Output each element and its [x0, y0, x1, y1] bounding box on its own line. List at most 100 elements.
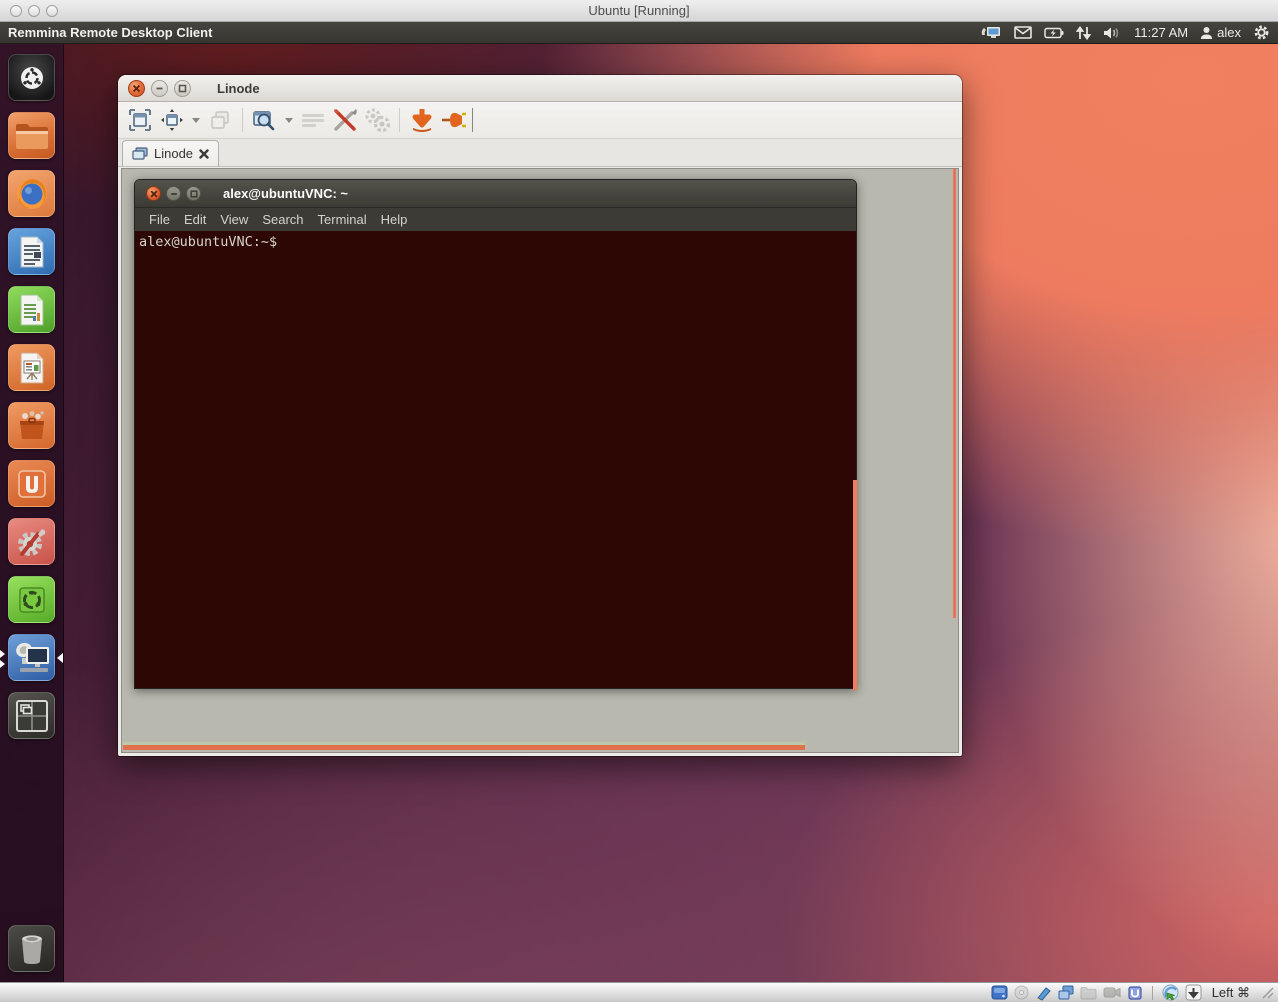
writer-document-icon — [17, 235, 47, 269]
host-close-button[interactable] — [10, 5, 22, 17]
dash-home-icon — [17, 63, 47, 93]
features-chip-icon[interactable] — [1127, 985, 1143, 1001]
menu-file[interactable]: File — [142, 212, 177, 227]
tab-label: Linode — [154, 146, 193, 161]
remote-edge-line — [853, 480, 857, 690]
remote-edge-line — [123, 745, 805, 750]
calc-spreadsheet-icon — [17, 293, 47, 327]
remmina-toolbar — [118, 102, 962, 139]
remmina-window-title: Linode — [217, 81, 260, 96]
host-titlebar: Ubuntu [Running] — [0, 0, 1278, 22]
terminal-maximize-button[interactable] — [186, 186, 201, 201]
launcher-item-remmina[interactable] — [8, 634, 55, 681]
grab-keyboard-icon[interactable] — [299, 106, 327, 134]
vbox-statusbar: Left ⌘ — [0, 982, 1278, 1002]
user-icon — [1200, 26, 1213, 40]
remote-desktop-viewport[interactable]: alex@ubuntuVNC: ~ File Edit View Search … — [121, 168, 959, 753]
menu-help[interactable]: Help — [374, 212, 415, 227]
pencil-icon[interactable] — [1035, 985, 1052, 1001]
host-window-controls — [10, 5, 58, 17]
files-folder-icon — [14, 121, 50, 151]
user-menu[interactable]: alex — [1200, 25, 1241, 40]
terminal-titlebar[interactable]: alex@ubuntuVNC: ~ — [135, 180, 856, 208]
unity-launcher — [0, 44, 64, 1002]
minimize-to-tray-icon[interactable] — [408, 106, 436, 134]
zoom-icon[interactable] — [251, 106, 279, 134]
fit-window-dropdown-icon[interactable] — [190, 106, 202, 134]
disconnect-plug-icon[interactable] — [440, 106, 468, 134]
overlapping-windows-icon[interactable] — [1058, 985, 1074, 1000]
launcher-item-system-settings[interactable] — [8, 518, 55, 565]
settings-gear-wrench-icon — [14, 524, 50, 560]
terminal-minimize-button[interactable] — [166, 186, 181, 201]
optical-disc-icon[interactable] — [1014, 985, 1029, 1000]
impress-presentation-icon — [17, 351, 47, 385]
menu-view[interactable]: View — [213, 212, 255, 227]
launcher-item-libreoffice-calc[interactable] — [8, 286, 55, 333]
launcher-item-ubuntu-software[interactable] — [8, 576, 55, 623]
window-maximize-button[interactable] — [174, 80, 191, 97]
volume-icon[interactable] — [1103, 26, 1122, 40]
statusbar-separator — [1152, 986, 1153, 1000]
toolbar-separator — [242, 108, 243, 132]
resize-grip[interactable] — [1262, 987, 1274, 999]
menu-edit[interactable]: Edit — [177, 212, 213, 227]
toolbar-handle — [472, 108, 473, 132]
launcher-item-libreoffice-impress[interactable] — [8, 344, 55, 391]
running-indicator-arrow — [0, 650, 5, 658]
terminal-close-button[interactable] — [146, 186, 161, 201]
preferences-gears-icon[interactable] — [363, 106, 391, 134]
remote-edge-line — [953, 169, 956, 618]
harddisk-icon[interactable] — [991, 985, 1008, 1000]
host-window-title: Ubuntu [Running] — [0, 3, 1278, 18]
connection-tab-icon — [132, 147, 148, 160]
fit-window-icon[interactable] — [158, 106, 186, 134]
remmina-icon — [12, 639, 52, 677]
launcher-item-firefox[interactable] — [8, 170, 55, 217]
workspace-switcher-icon — [14, 698, 50, 734]
running-indicator-arrow — [0, 660, 5, 668]
tools-icon[interactable] — [331, 106, 359, 134]
toolbar-separator — [399, 108, 400, 132]
host-zoom-button[interactable] — [46, 5, 58, 17]
terminal-title: alex@ubuntuVNC: ~ — [223, 186, 348, 201]
keyboard-capture-icon[interactable] — [1185, 984, 1202, 1001]
remmina-titlebar[interactable]: Linode — [118, 75, 962, 102]
user-name: alex — [1217, 25, 1241, 40]
zoom-dropdown-icon[interactable] — [283, 106, 295, 134]
fullscreen-icon[interactable] — [126, 106, 154, 134]
ubuntu-one-icon — [15, 467, 49, 501]
panel-clock[interactable]: 11:27 AM — [1134, 25, 1188, 40]
duplicate-connection-icon[interactable] — [206, 106, 234, 134]
battery-icon[interactable] — [1044, 27, 1064, 39]
tab-close-icon[interactable] — [199, 149, 209, 159]
trash-icon — [16, 931, 48, 967]
launcher-item-dash-home[interactable] — [8, 54, 55, 101]
host-minimize-button[interactable] — [28, 5, 40, 17]
remmina-window: Linode — [118, 75, 962, 756]
mouse-integration-icon[interactable] — [1162, 984, 1179, 1001]
remote-session-icon[interactable] — [980, 25, 1002, 40]
launcher-item-software-center[interactable] — [8, 402, 55, 449]
terminal-content[interactable]: alex@ubuntuVNC:~$ — [135, 231, 856, 688]
session-gear-icon[interactable] — [1253, 24, 1270, 41]
ubuntu-top-panel: Remmina Remote Desktop Client — [0, 22, 1278, 44]
shared-folder-icon[interactable] — [1080, 986, 1097, 1000]
remmina-tabbar: Linode — [118, 139, 962, 167]
terminal-window: alex@ubuntuVNC: ~ File Edit View Search … — [134, 179, 857, 689]
mail-icon[interactable] — [1014, 26, 1032, 39]
tab-linode[interactable]: Linode — [122, 140, 219, 166]
launcher-item-workspace-switcher[interactable] — [8, 692, 55, 739]
window-close-button[interactable] — [128, 80, 145, 97]
menu-search[interactable]: Search — [255, 212, 310, 227]
video-camera-icon[interactable] — [1103, 986, 1121, 999]
network-traffic-icon[interactable] — [1076, 26, 1091, 40]
launcher-item-files[interactable] — [8, 112, 55, 159]
launcher-item-trash[interactable] — [8, 925, 55, 972]
launcher-item-ubuntu-one[interactable] — [8, 460, 55, 507]
window-minimize-button[interactable] — [151, 80, 168, 97]
software-center-bag-icon — [15, 409, 49, 443]
launcher-item-libreoffice-writer[interactable] — [8, 228, 55, 275]
menu-terminal[interactable]: Terminal — [311, 212, 374, 227]
firefox-icon — [13, 175, 51, 213]
